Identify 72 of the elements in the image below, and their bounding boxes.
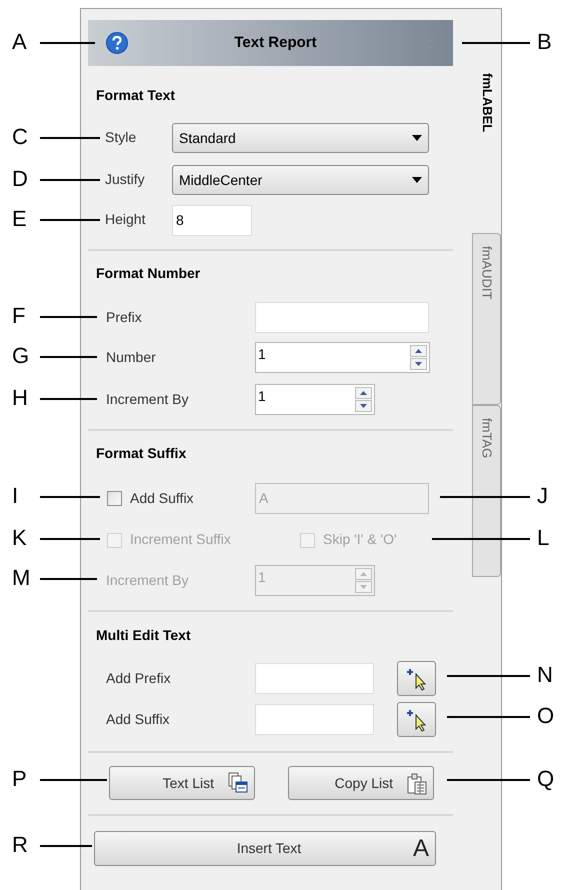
input-field[interactable] <box>255 663 374 694</box>
caret-icon <box>412 177 422 183</box>
callout-letter: L <box>537 525 550 551</box>
caret-icon <box>412 135 422 141</box>
clipboard-icon <box>407 772 427 794</box>
field-label: Add Suffix <box>130 490 194 506</box>
callout-letter: A <box>12 29 27 55</box>
list-button[interactable]: Copy List <box>288 766 434 800</box>
callout-letter: C <box>12 124 28 150</box>
callout-letter: J <box>537 483 548 509</box>
field-label: Skip 'I' & 'O' <box>323 531 397 547</box>
spin-field[interactable]: 1 <box>255 342 430 373</box>
callout-letter: M <box>12 565 30 591</box>
leader-line <box>40 356 97 358</box>
leader-line <box>40 219 100 220</box>
callout-letter: D <box>12 166 28 192</box>
leader-line <box>40 137 100 138</box>
dropdown[interactable]: Standard <box>172 123 429 153</box>
pick-button[interactable] <box>397 702 436 737</box>
letter-glyph: A <box>412 834 430 864</box>
leader-line <box>40 845 92 846</box>
field-label: Increment By <box>106 390 188 406</box>
callout-letter: H <box>12 385 28 411</box>
field-label: Prefix <box>106 308 142 324</box>
leader-line <box>40 578 97 580</box>
panel-title: Text Report <box>234 32 317 53</box>
spin-field[interactable]: 1 <box>255 384 375 415</box>
list-button[interactable]: Text List <box>109 766 255 800</box>
leader-line <box>40 316 97 318</box>
leader-line <box>40 538 100 540</box>
field-label: Increment By <box>106 572 188 588</box>
callout-letter: O <box>537 703 554 729</box>
callout-letter: Q <box>537 766 554 792</box>
side-tab[interactable]: fmAUDIT <box>472 233 501 405</box>
leader-line <box>40 398 97 400</box>
checkbox[interactable] <box>107 491 122 506</box>
section-heading: Format Text <box>96 86 176 104</box>
pick-button[interactable] <box>397 661 436 696</box>
leader-line <box>40 179 100 180</box>
leader-line <box>462 42 530 44</box>
callout-letter: P <box>12 766 27 792</box>
callout-letter: F <box>12 303 26 329</box>
section-heading: Format Number <box>96 264 200 282</box>
callout-letter: I <box>12 483 18 509</box>
callout-letter: K <box>12 525 27 551</box>
callout-letter: B <box>537 29 552 55</box>
callout-letter: R <box>12 832 28 858</box>
callout-letter: E <box>12 206 27 232</box>
insert-text-button[interactable]: Insert Text A <box>94 831 436 866</box>
documents-icon <box>228 772 248 794</box>
leader-line <box>40 42 95 44</box>
field-label: Style <box>105 129 136 145</box>
field-label: Add Prefix <box>106 670 171 686</box>
field-label: Add Suffix <box>106 710 170 726</box>
input-field[interactable] <box>255 302 429 333</box>
field-label: Height <box>105 211 146 227</box>
callout-letter: N <box>537 662 553 688</box>
add-cursor-icon <box>406 666 428 690</box>
callout-letter: G <box>12 343 30 369</box>
dropdown[interactable]: MiddleCenter <box>172 165 429 195</box>
input-field[interactable]: 8 <box>172 204 252 236</box>
help-icon[interactable] <box>106 32 128 54</box>
section-heading: Format Suffix <box>96 444 186 462</box>
side-tab[interactable]: fmTAG <box>472 405 501 577</box>
field-label: Increment Suffix <box>130 531 231 547</box>
section-heading: Multi Edit Text <box>96 626 191 644</box>
leader-line <box>40 496 100 498</box>
leader-line <box>40 779 107 780</box>
field-label: Number <box>106 348 156 364</box>
field-label: Justify <box>105 171 145 187</box>
input-field[interactable] <box>255 704 374 735</box>
add-cursor-icon <box>406 708 428 732</box>
